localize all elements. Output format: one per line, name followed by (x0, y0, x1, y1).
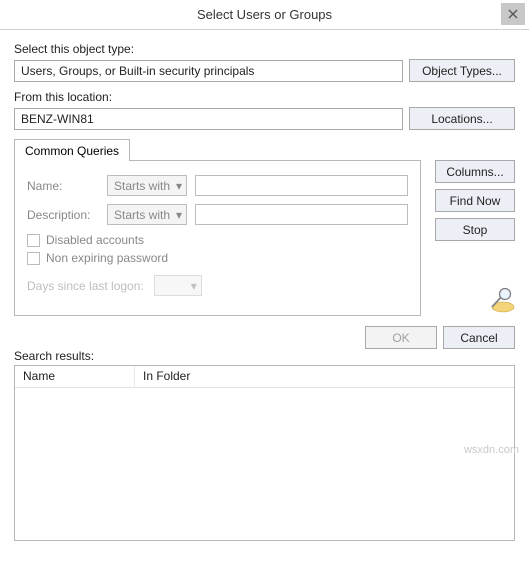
tab-common-queries[interactable]: Common Queries (14, 139, 130, 161)
object-type-field[interactable] (14, 60, 403, 82)
chevron-down-icon: ▾ (191, 279, 197, 293)
cancel-button[interactable]: Cancel (443, 326, 515, 349)
chevron-down-icon: ▾ (176, 179, 182, 193)
find-now-button[interactable]: Find Now (435, 189, 515, 212)
days-since-logon-select: ▾ (154, 275, 202, 296)
name-filter-input[interactable] (195, 175, 408, 196)
object-types-button[interactable]: Object Types... (409, 59, 515, 82)
column-header-in-folder[interactable]: In Folder (135, 366, 514, 387)
description-filter-label: Description: (27, 208, 99, 222)
days-since-logon-label: Days since last logon: (27, 279, 144, 293)
name-mode-select[interactable]: Starts with ▾ (107, 175, 187, 196)
name-mode-value: Starts with (114, 179, 170, 193)
name-filter-label: Name: (27, 179, 99, 193)
search-results-grid: Name In Folder (14, 365, 515, 541)
location-field[interactable] (14, 108, 403, 130)
title-bar: Select Users or Groups (0, 0, 529, 30)
description-mode-select[interactable]: Starts with ▾ (107, 204, 187, 225)
search-results-icon (483, 247, 515, 316)
disabled-accounts-checkbox[interactable] (27, 234, 40, 247)
ok-button: OK (365, 326, 437, 349)
object-type-label: Select this object type: (14, 42, 515, 56)
non-expiring-checkbox[interactable] (27, 252, 40, 265)
description-filter-input[interactable] (195, 204, 408, 225)
non-expiring-label: Non expiring password (46, 251, 168, 265)
chevron-down-icon: ▾ (176, 208, 182, 222)
stop-button[interactable]: Stop (435, 218, 515, 241)
results-header: Name In Folder (15, 366, 514, 388)
location-label: From this location: (14, 90, 515, 104)
description-mode-value: Starts with (114, 208, 170, 222)
query-tabs: Common Queries Name: Starts with ▾ Descr… (14, 138, 515, 316)
columns-button[interactable]: Columns... (435, 160, 515, 183)
window-title: Select Users or Groups (197, 7, 332, 22)
column-header-name[interactable]: Name (15, 366, 135, 387)
search-results-label: Search results: (14, 349, 94, 363)
disabled-accounts-label: Disabled accounts (46, 233, 144, 247)
locations-button[interactable]: Locations... (409, 107, 515, 130)
window-close-button[interactable] (501, 3, 525, 25)
close-icon (508, 9, 518, 19)
